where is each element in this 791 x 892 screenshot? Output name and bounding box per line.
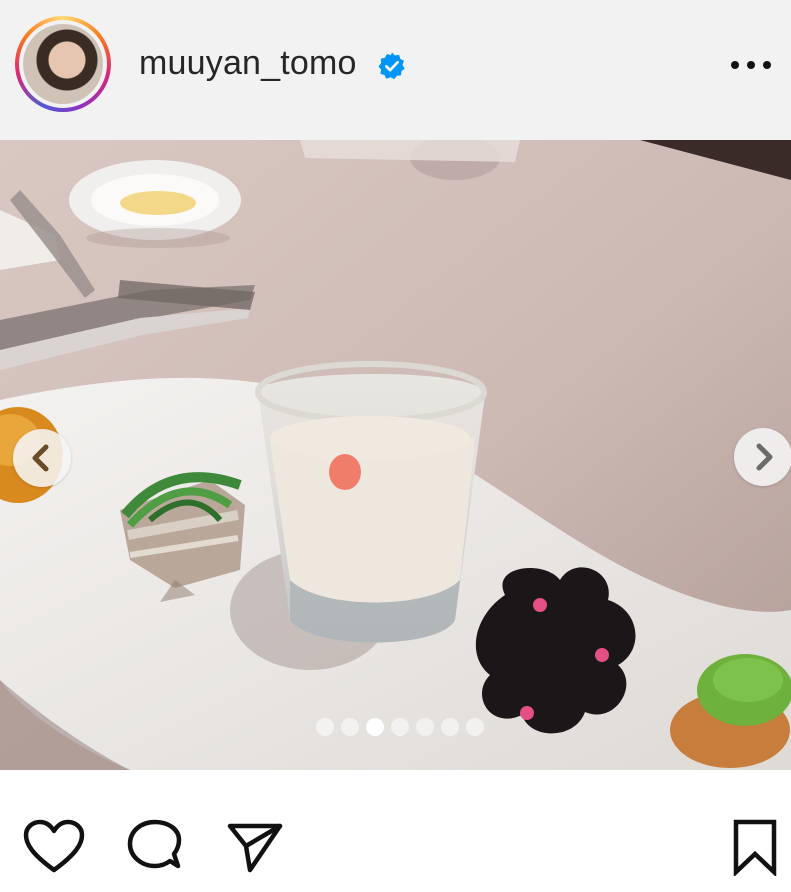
like-button[interactable] (22, 818, 86, 874)
carousel-dot[interactable] (441, 718, 459, 736)
comment-icon (127, 819, 182, 869)
share-button[interactable] (226, 820, 284, 874)
save-button[interactable] (730, 818, 780, 878)
more-horizontal-icon (731, 61, 771, 69)
carousel-dot[interactable] (416, 718, 434, 736)
food-photo-illustration (0, 140, 791, 770)
username[interactable]: muuyan_tomo (139, 44, 357, 83)
story-ring[interactable] (15, 16, 111, 112)
chevron-left-icon (32, 444, 49, 472)
post-header: muuyan_tomo (0, 0, 791, 140)
carousel-dot-active[interactable] (366, 718, 384, 736)
previous-image-button[interactable] (13, 429, 71, 487)
next-image-button[interactable] (734, 428, 791, 486)
post-actions-bar (0, 770, 791, 892)
carousel-dot[interactable] (391, 718, 409, 736)
more-options-button[interactable] (728, 52, 774, 78)
post-photo[interactable] (0, 140, 791, 770)
comment-button[interactable] (126, 818, 184, 876)
verified-badge-icon (378, 52, 405, 80)
share-icon (227, 823, 283, 873)
avatar[interactable] (23, 24, 103, 104)
bookmark-icon (733, 819, 777, 878)
carousel-dot[interactable] (466, 718, 484, 736)
heart-icon (23, 819, 85, 873)
chevron-right-icon (756, 443, 773, 471)
carousel-dot[interactable] (341, 718, 359, 736)
carousel-indicator (316, 718, 484, 736)
carousel-dot[interactable] (316, 718, 334, 736)
